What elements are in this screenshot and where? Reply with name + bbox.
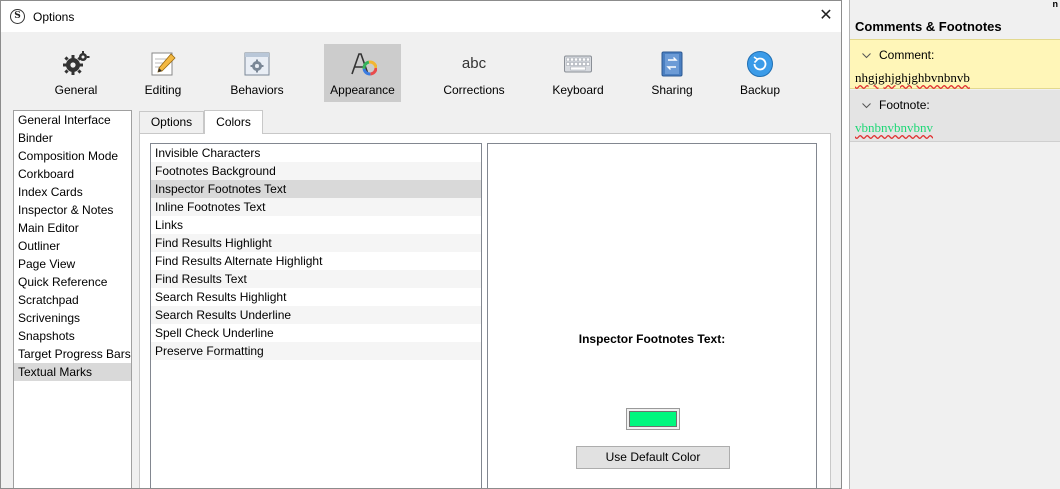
backup-icon xyxy=(747,51,773,77)
category-item[interactable]: Inspector & Notes xyxy=(14,201,131,219)
category-item[interactable]: Index Cards xyxy=(14,183,131,201)
app-logo-icon: S xyxy=(10,9,25,24)
chevron-down-icon[interactable] xyxy=(862,101,871,110)
sync-icon xyxy=(661,51,683,77)
toolbar-sharing-button[interactable]: Sharing xyxy=(643,44,701,102)
toolbar-general-button[interactable]: General xyxy=(43,44,109,102)
options-dialog: S Options ✕ General Editing Behaviors Ap… xyxy=(0,0,842,489)
toolbar-editing-button[interactable]: Editing xyxy=(134,44,192,102)
color-list-item[interactable]: Inspector Footnotes Text xyxy=(151,180,481,198)
category-item[interactable]: Target Progress Bars xyxy=(14,345,131,363)
comment-card-header[interactable]: Comment: xyxy=(862,48,934,62)
color-swatch-button[interactable] xyxy=(626,408,680,430)
gear-icon xyxy=(63,51,90,75)
color-list-item[interactable]: Find Results Alternate Highlight xyxy=(151,252,481,270)
appearance-icon xyxy=(350,53,377,76)
inspector-corner-text: n xyxy=(1052,0,1059,9)
toolbar-label: Appearance xyxy=(330,83,395,97)
color-list-item[interactable]: Footnotes Background xyxy=(151,162,481,180)
tab-options[interactable]: Options xyxy=(139,111,204,133)
preview-label: Inspector Footnotes Text: xyxy=(578,332,726,346)
toolbar-label: Keyboard xyxy=(552,83,604,97)
comment-label: Comment: xyxy=(879,48,935,62)
footnote-card-header[interactable]: Footnote: xyxy=(862,98,930,112)
inspector-header: Comments & Footnotes xyxy=(855,19,1002,34)
category-item[interactable]: Scratchpad xyxy=(14,291,131,309)
toolbar-label: General xyxy=(54,83,98,97)
comment-card[interactable]: Comment: nhgjghjghjghbvnbnvb xyxy=(850,39,1060,89)
color-swatch-fill xyxy=(629,411,677,427)
color-list-item[interactable]: Preserve Formatting xyxy=(151,342,481,360)
color-list-item[interactable]: Find Results Text xyxy=(151,270,481,288)
category-item[interactable]: Scrivenings xyxy=(14,309,131,327)
color-preview-box: Inspector Footnotes Text: Use Default Co… xyxy=(487,143,817,488)
toolbar-corrections-button[interactable]: abc Corrections xyxy=(436,44,512,102)
toolbar-label: Behaviors xyxy=(230,83,284,97)
category-item[interactable]: Snapshots xyxy=(14,327,131,345)
comment-text[interactable]: nhgjghjghjghbvnbnvb xyxy=(855,70,970,86)
inspector-pane: n Comments & Footnotes Comment: nhgjghjg… xyxy=(849,0,1060,489)
category-item[interactable]: Corkboard xyxy=(14,165,131,183)
window-title: Options xyxy=(33,10,75,24)
toolbar-label: Backup xyxy=(739,83,781,97)
abc-icon: abc xyxy=(461,55,487,72)
color-list-item[interactable]: Links xyxy=(151,216,481,234)
footnote-text[interactable]: vbnbnvbnvbnv xyxy=(855,120,933,136)
category-item[interactable]: Main Editor xyxy=(14,219,131,237)
category-item[interactable]: Page View xyxy=(14,255,131,273)
toolbar-label: Editing xyxy=(144,83,182,97)
color-list-item[interactable]: Search Results Underline xyxy=(151,306,481,324)
footnote-label: Footnote: xyxy=(879,98,930,112)
chevron-down-icon[interactable] xyxy=(862,51,871,60)
color-element-list[interactable]: Invisible Characters Footnotes Background… xyxy=(150,143,482,488)
category-item[interactable]: General Interface xyxy=(14,111,131,129)
pencil-icon xyxy=(151,52,176,76)
category-item[interactable]: Binder xyxy=(14,129,131,147)
tab-colors[interactable]: Colors xyxy=(204,110,263,134)
toolbar-appearance-button[interactable]: Appearance xyxy=(324,44,401,102)
category-list[interactable]: General Interface Binder Composition Mode C… xyxy=(13,110,132,488)
color-list-item[interactable]: Search Results Highlight xyxy=(151,288,481,306)
category-item[interactable]: Outliner xyxy=(14,237,131,255)
toolbar-behaviors-button[interactable]: Behaviors xyxy=(223,44,291,102)
title-bar[interactable]: S Options ✕ xyxy=(1,1,841,32)
color-list-item[interactable]: Invisible Characters xyxy=(151,144,481,162)
category-item[interactable]: Quick Reference xyxy=(14,273,131,291)
use-default-color-button[interactable]: Use Default Color xyxy=(576,446,730,469)
color-list-item[interactable]: Find Results Highlight xyxy=(151,234,481,252)
toolbar-label: Sharing xyxy=(651,83,693,97)
color-list-item[interactable]: Spell Check Underline xyxy=(151,324,481,342)
toolbar-backup-button[interactable]: Backup xyxy=(731,44,789,102)
toolbar-label: Corrections xyxy=(443,83,505,97)
category-item[interactable]: Textual Marks xyxy=(14,363,131,381)
footnote-card[interactable]: Footnote: vbnbnvbnvbnv xyxy=(850,90,1060,142)
category-item[interactable]: Composition Mode xyxy=(14,147,131,165)
window-gear-icon xyxy=(244,52,270,76)
color-list-item[interactable]: Inline Footnotes Text xyxy=(151,198,481,216)
keyboard-icon xyxy=(564,55,592,73)
toolbar-keyboard-button[interactable]: Keyboard xyxy=(544,44,612,102)
close-button[interactable]: ✕ xyxy=(813,5,839,29)
